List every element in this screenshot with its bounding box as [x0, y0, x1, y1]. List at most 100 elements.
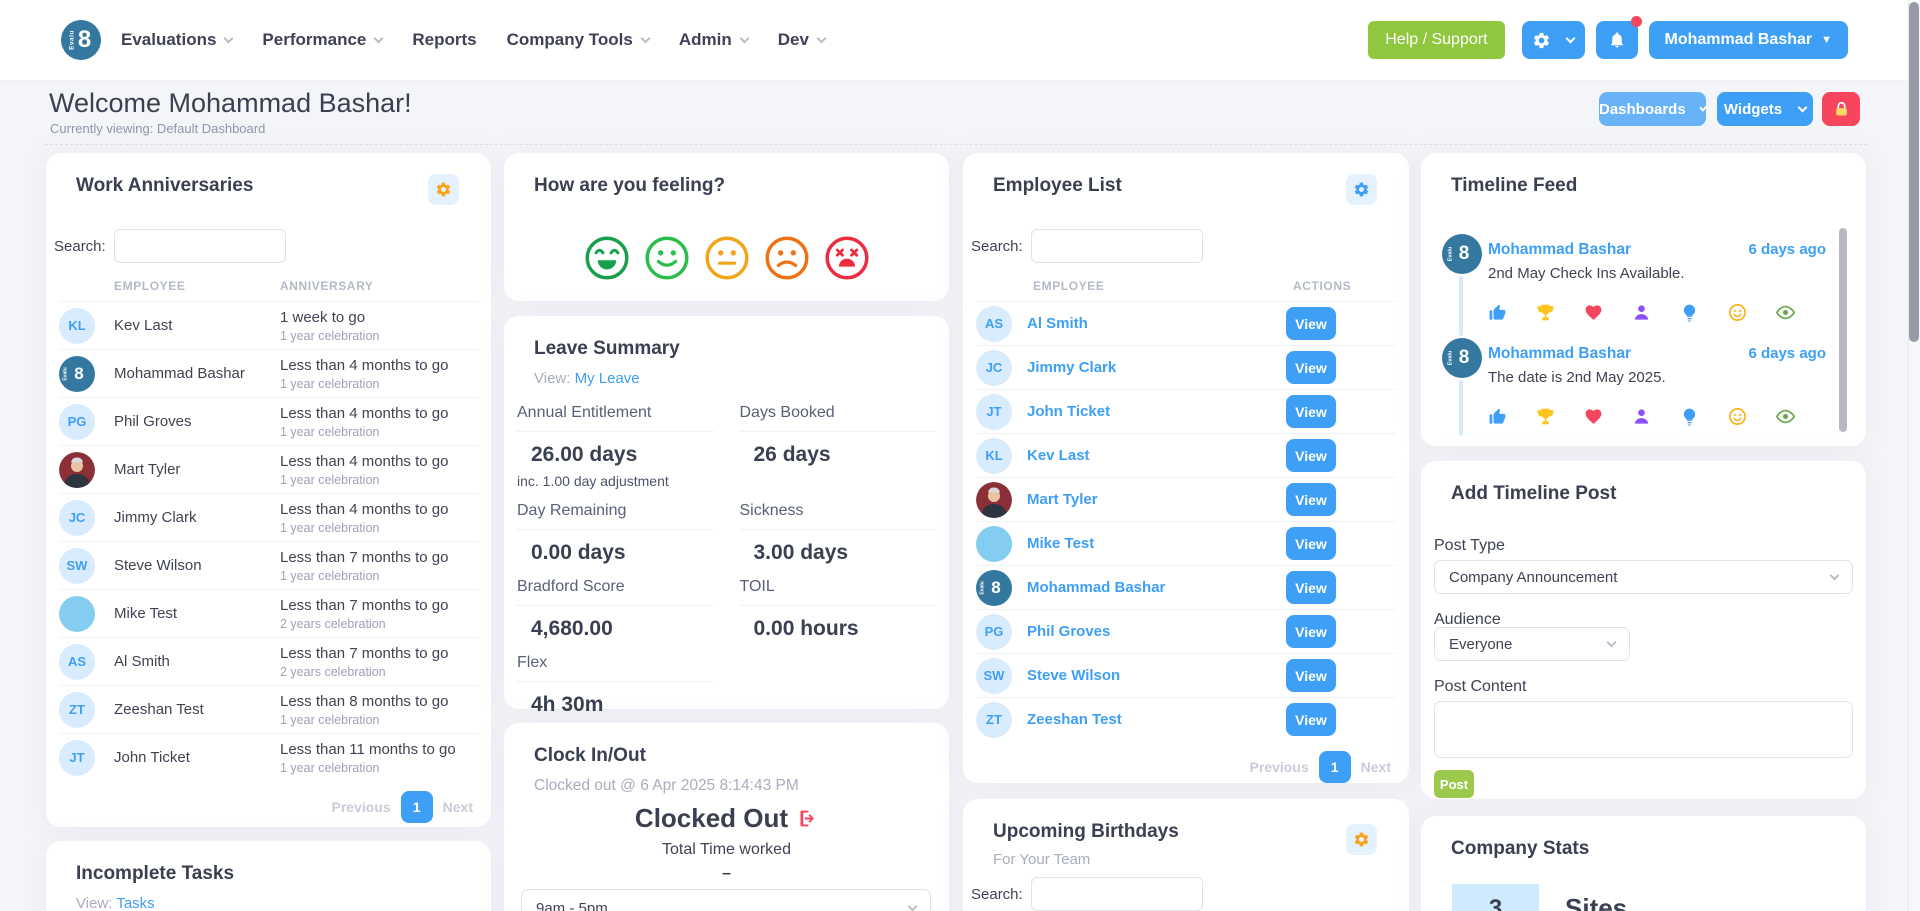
view-button[interactable]: View: [1286, 527, 1336, 560]
card-title: Work Anniversaries: [76, 175, 254, 196]
mood-very-happy-icon[interactable]: [584, 235, 630, 281]
page-1-button[interactable]: 1: [1318, 751, 1351, 783]
menu-reports[interactable]: Reports: [412, 30, 476, 50]
employee-link[interactable]: Mike Test: [1027, 535, 1094, 552]
lock-dashboard-button[interactable]: [1822, 92, 1860, 126]
employee-link[interactable]: Al Smith: [1027, 315, 1088, 332]
gear-icon: [1354, 182, 1369, 197]
sites-label: Sites: [1565, 893, 1628, 911]
dashboards-button[interactable]: Dashboards: [1599, 92, 1708, 126]
smiley-icon[interactable]: [1728, 407, 1747, 427]
page-1-button[interactable]: 1: [400, 791, 433, 823]
menu-dev[interactable]: Dev: [778, 30, 827, 50]
avatar: PG: [59, 403, 95, 440]
heart-icon[interactable]: [1584, 303, 1603, 323]
stat-bradford-score: Bradford Score 4,680.00: [517, 578, 714, 641]
evalu8-logo[interactable]: Evalu 8: [61, 20, 101, 60]
audience-select[interactable]: Everyone: [1434, 627, 1630, 661]
person-icon[interactable]: [1632, 407, 1651, 427]
thumbs-up-icon[interactable]: [1488, 407, 1507, 427]
view-button[interactable]: View: [1286, 483, 1336, 516]
post-content-textarea[interactable]: [1434, 701, 1853, 758]
mood-neutral-icon[interactable]: [704, 235, 750, 281]
view-button[interactable]: View: [1286, 307, 1336, 340]
clock-status-line: Clocked out @ 6 Apr 2025 8:14:43 PM: [534, 777, 799, 794]
my-leave-link[interactable]: My Leave: [575, 370, 640, 387]
pagination: Previous 1 Next: [332, 791, 473, 823]
employee-link[interactable]: Phil Groves: [1027, 623, 1110, 640]
previous-page-button[interactable]: Previous: [1250, 759, 1309, 775]
mood-sad-icon[interactable]: [764, 235, 810, 281]
search-input[interactable]: [1030, 877, 1203, 911]
widgets-button[interactable]: Widgets: [1717, 92, 1813, 126]
view-button[interactable]: View: [1286, 703, 1336, 736]
employee-link[interactable]: John Ticket: [1027, 403, 1110, 420]
post-author-link[interactable]: Mohammad Bashar: [1488, 241, 1631, 259]
timeline-feed-card: Timeline Feed Evalu 8 Mohammad Bashar 6 d…: [1420, 152, 1867, 447]
post-type-select[interactable]: Company Announcement: [1434, 560, 1853, 594]
person-icon[interactable]: [1632, 303, 1651, 323]
chevron-down-icon: [1699, 102, 1708, 112]
next-page-button[interactable]: Next: [443, 799, 473, 815]
next-page-button[interactable]: Next: [1361, 759, 1391, 775]
post-body: 2nd May Check Ins Available.: [1488, 265, 1685, 282]
table-row: Evalu 8 Mohammad Bashar Less than 4 month…: [59, 349, 478, 397]
view-button[interactable]: View: [1286, 351, 1336, 384]
widget-settings-button[interactable]: [1346, 174, 1377, 205]
tasks-link[interactable]: Tasks: [116, 895, 154, 911]
employee-link[interactable]: Jimmy Clark: [1027, 359, 1116, 376]
employee-link[interactable]: Mart Tyler: [1027, 491, 1098, 508]
page-scrollbar-thumb[interactable]: [1909, 2, 1919, 342]
menu-admin[interactable]: Admin: [679, 30, 750, 50]
previous-page-button[interactable]: Previous: [332, 799, 391, 815]
card-title: Timeline Feed: [1451, 175, 1578, 196]
page-scrollbar[interactable]: [1908, 0, 1920, 911]
thumbs-up-icon[interactable]: [1488, 303, 1507, 323]
view-button[interactable]: View: [1286, 659, 1336, 692]
eye-icon[interactable]: [1775, 407, 1796, 427]
menu-performance[interactable]: Performance: [262, 30, 384, 50]
card-subtitle: For Your Team: [993, 851, 1091, 868]
anniversaries-table: KL Kev Last 1 week to go 1 year celebrati…: [59, 301, 478, 781]
card-scrollbar-thumb[interactable]: [1839, 228, 1847, 432]
mood-selector: [504, 235, 949, 281]
employee-link[interactable]: Steve Wilson: [1027, 667, 1120, 684]
settings-button[interactable]: [1521, 21, 1585, 59]
card-title: Add Timeline Post: [1451, 483, 1617, 504]
employee-link[interactable]: Zeeshan Test: [1027, 711, 1122, 728]
shift-select[interactable]: 9am - 5pm: [521, 889, 931, 911]
trophy-icon[interactable]: [1536, 407, 1555, 427]
trophy-icon[interactable]: [1536, 303, 1555, 323]
view-button[interactable]: View: [1286, 571, 1336, 604]
bell-icon: [1610, 32, 1623, 48]
chevron-down-icon: [223, 33, 234, 43]
widget-settings-button[interactable]: [1346, 824, 1377, 855]
search-input[interactable]: [113, 229, 286, 263]
view-button[interactable]: View: [1286, 395, 1336, 428]
lightbulb-icon[interactable]: [1680, 407, 1699, 427]
view-button[interactable]: View: [1286, 439, 1336, 472]
table-row: KL Kev Last 1 week to go 1 year celebrati…: [59, 301, 478, 349]
smiley-icon[interactable]: [1728, 303, 1747, 323]
stat-sickness: Sickness 3.00 days: [739, 502, 936, 565]
help-support-button[interactable]: Help / Support: [1368, 21, 1505, 59]
widget-settings-button[interactable]: [428, 174, 459, 205]
post-author-link[interactable]: Mohammad Bashar: [1488, 345, 1631, 363]
view-button[interactable]: View: [1286, 615, 1336, 648]
employee-link[interactable]: Kev Last: [1027, 447, 1090, 464]
menu-evaluations[interactable]: Evaluations: [121, 30, 234, 50]
eye-icon[interactable]: [1775, 303, 1796, 323]
chevron-down-icon: [1797, 102, 1808, 112]
lightbulb-icon[interactable]: [1680, 303, 1699, 323]
notifications-button[interactable]: [1595, 16, 1642, 59]
search-input[interactable]: [1030, 229, 1203, 263]
mood-very-sad-icon[interactable]: [824, 235, 870, 281]
logo-number: 8: [77, 26, 92, 53]
post-button[interactable]: Post: [1434, 770, 1474, 798]
menu-company-tools[interactable]: Company Tools: [507, 30, 651, 50]
mood-happy-icon[interactable]: [644, 235, 690, 281]
user-menu-button[interactable]: Mohammad Bashar ▼: [1648, 21, 1848, 59]
heart-icon[interactable]: [1584, 407, 1603, 427]
avatar: KL: [976, 437, 1012, 474]
employee-link[interactable]: Mohammad Bashar: [1027, 579, 1165, 596]
